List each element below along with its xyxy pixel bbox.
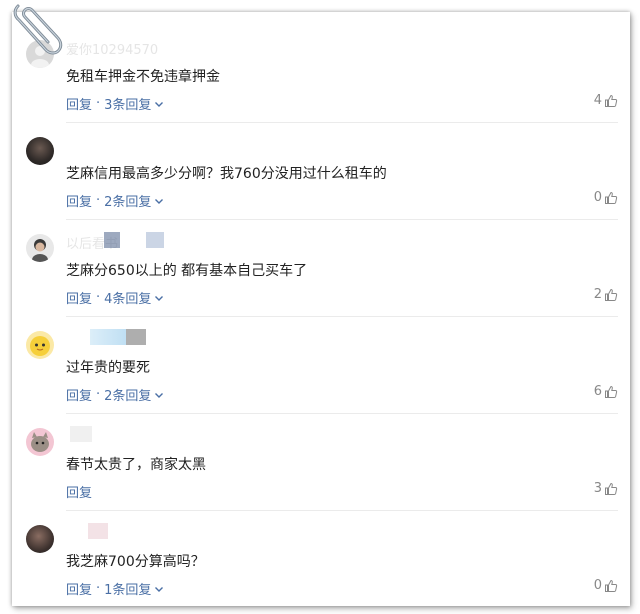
- like-count: 6: [593, 384, 602, 399]
- like-button[interactable]: 0: [594, 578, 618, 593]
- reply-row: 回复 · 2条回复: [66, 385, 164, 404]
- comment-text: 我芝麻700分算高吗？: [66, 554, 205, 570]
- avatar[interactable]: [26, 331, 54, 359]
- reply-button[interactable]: 回复: [66, 385, 92, 404]
- comment-text: 过年贵的要死: [66, 360, 150, 376]
- separator-dot: ·: [96, 193, 101, 208]
- thumb-up-icon: [605, 191, 618, 204]
- chevron-down-icon[interactable]: [154, 99, 164, 109]
- chevron-down-icon[interactable]: [154, 584, 164, 594]
- paperclip-icon: [13, 4, 63, 55]
- reply-button[interactable]: 回复: [66, 579, 92, 598]
- reply-row: 回复 · 1条回复: [66, 579, 164, 598]
- separator-dot: ·: [96, 96, 101, 111]
- thumb-up-icon: [605, 288, 618, 301]
- thumb-up-icon: [605, 94, 618, 107]
- thumb-up-icon: [605, 385, 618, 398]
- comment-text: 免租车押金不免违章押金: [66, 69, 220, 85]
- username-redaction: [146, 232, 164, 248]
- view-replies-button[interactable]: 1条回复: [104, 579, 151, 598]
- like-count: 2: [593, 287, 602, 302]
- username-redaction: [70, 426, 92, 442]
- comment-item: 春节太贵了，商家太黑 回复 3: [12, 414, 630, 511]
- username-redaction: [126, 329, 146, 345]
- reply-row: 回复 · 3条回复: [66, 94, 164, 113]
- avatar[interactable]: [26, 234, 54, 262]
- username[interactable]: 以后看书: [66, 233, 206, 249]
- username-redaction: [88, 523, 108, 539]
- chevron-down-icon[interactable]: [154, 390, 164, 400]
- view-replies-button[interactable]: 2条回复: [104, 191, 151, 210]
- avatar[interactable]: [26, 428, 54, 456]
- separator-dot: ·: [96, 290, 101, 305]
- reply-row: 回复: [66, 482, 92, 501]
- reply-button[interactable]: 回复: [66, 482, 92, 501]
- comment-text: 芝麻信用最高多少分啊？我760分没用过什么租车的: [66, 166, 387, 182]
- comment-list-panel: 爱你10294570 免租车押金不免违章押金 回复 · 3条回复 4 芝麻信用最…: [12, 12, 630, 606]
- comment-item: 芝麻信用最高多少分啊？我760分没用过什么租车的 回复 · 2条回复 0: [12, 123, 630, 220]
- view-replies-button[interactable]: 2条回复: [104, 385, 151, 404]
- comment-item: 过年贵的要死 回复 · 2条回复 6: [12, 317, 630, 414]
- like-count: 0: [593, 190, 602, 205]
- avatar[interactable]: [26, 525, 54, 553]
- like-button[interactable]: 0: [594, 190, 618, 205]
- like-count: 0: [593, 578, 602, 593]
- like-count: 3: [593, 481, 602, 496]
- like-button[interactable]: 6: [594, 384, 618, 399]
- thumb-up-icon: [605, 482, 618, 495]
- thumb-up-icon: [605, 579, 618, 592]
- comment-text: 芝麻分650以上的 都有基本自己买车了: [66, 263, 308, 279]
- comment-text: 春节太贵了，商家太黑: [66, 457, 206, 473]
- like-button[interactable]: 4: [594, 93, 618, 108]
- avatar[interactable]: [26, 137, 54, 165]
- separator-dot: ·: [96, 387, 101, 402]
- username[interactable]: 爱你10294570: [66, 39, 206, 55]
- like-count: 4: [593, 93, 602, 108]
- comment-item: 爱你10294570 免租车押金不免违章押金 回复 · 3条回复 4: [12, 26, 630, 123]
- reply-row: 回复 · 2条回复: [66, 191, 164, 210]
- chevron-down-icon[interactable]: [154, 196, 164, 206]
- reply-button[interactable]: 回复: [66, 288, 92, 307]
- like-button[interactable]: 2: [594, 287, 618, 302]
- view-replies-button[interactable]: 3条回复: [104, 94, 151, 113]
- like-button[interactable]: 3: [594, 481, 618, 496]
- reply-button[interactable]: 回复: [66, 191, 92, 210]
- view-replies-button[interactable]: 4条回复: [104, 288, 151, 307]
- comment-item: 我芝麻700分算高吗？ 回复 · 1条回复 0: [12, 511, 630, 606]
- username-redaction: [90, 329, 126, 345]
- username-redaction: [104, 232, 120, 248]
- reply-button[interactable]: 回复: [66, 94, 92, 113]
- separator-dot: ·: [96, 581, 101, 596]
- comment-item: 以后看书 芝麻分650以上的 都有基本自己买车了 回复 · 4条回复 2: [12, 220, 630, 317]
- chevron-down-icon[interactable]: [154, 293, 164, 303]
- reply-row: 回复 · 4条回复: [66, 288, 164, 307]
